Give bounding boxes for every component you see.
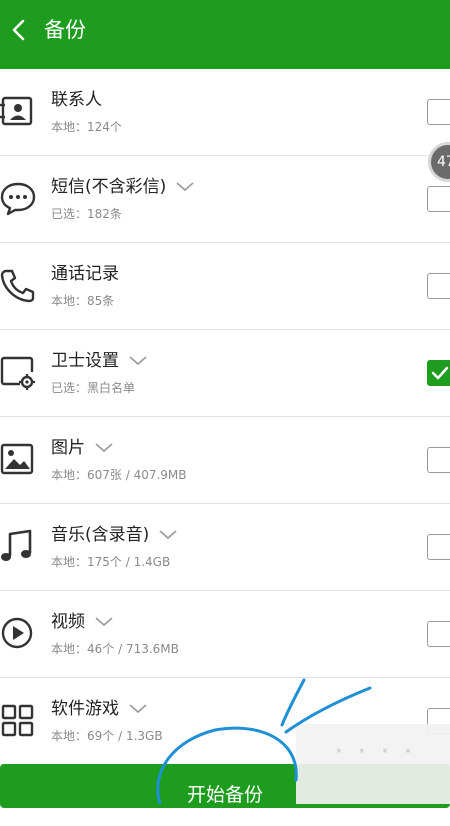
contacts-icon — [0, 96, 33, 126]
watermark-blur: · · · · — [296, 724, 450, 804]
chevron-down-icon[interactable] — [129, 704, 147, 714]
back-arrow-icon[interactable] — [8, 18, 32, 42]
list-item-images[interactable]: 图片 本地：607张 / 407.9MB — [0, 417, 450, 504]
item-subtitle: 已选：182条 — [51, 207, 122, 221]
item-name: 卫士设置 — [51, 350, 147, 372]
checkbox-video[interactable] — [427, 621, 450, 647]
checkbox-music[interactable] — [427, 534, 450, 560]
list-item-guard-settings[interactable]: 卫士设置 已选：黑白名单 — [0, 330, 450, 417]
chevron-down-icon[interactable] — [176, 182, 194, 192]
app-header: 备份 — [0, 0, 450, 69]
phone-icon — [0, 269, 35, 303]
chevron-down-icon[interactable] — [129, 356, 147, 366]
item-name: 软件游戏 — [51, 698, 147, 720]
item-subtitle: 本地：46个 / 713.6MB — [51, 642, 179, 656]
item-name: 联系人 — [51, 90, 102, 110]
item-subtitle: 已选：黑白名单 — [51, 381, 136, 395]
checkmark-icon — [431, 366, 449, 380]
list-item-sms[interactable]: 短信(不含彩信) 已选：182条 — [0, 156, 450, 243]
checkbox-contacts[interactable] — [427, 99, 450, 125]
guard-settings-icon — [0, 356, 35, 390]
item-subtitle: 本地：85条 — [51, 294, 115, 308]
backup-item-list: 联系人 本地：124个 短信(不含彩信) 已选：182条 通话记录 本地：85条… — [0, 69, 450, 765]
item-subtitle: 本地：69个 / 1.3GB — [51, 729, 163, 743]
item-subtitle: 本地：124个 — [51, 120, 122, 134]
item-name: 图片 — [51, 437, 113, 459]
chevron-down-icon[interactable] — [159, 530, 177, 540]
music-icon — [1, 529, 32, 561]
item-name: 通话记录 — [51, 264, 119, 284]
chevron-down-icon[interactable] — [95, 617, 113, 627]
list-item-call-log[interactable]: 通话记录 本地：85条 — [0, 243, 450, 330]
sms-icon — [0, 182, 36, 216]
item-subtitle: 本地：607张 / 407.9MB — [51, 468, 187, 482]
apps-icon — [1, 704, 34, 737]
checkbox-sms[interactable] — [427, 186, 450, 212]
item-subtitle: 本地：175个 / 1.4GB — [51, 555, 171, 569]
item-name: 短信(不含彩信) — [51, 176, 194, 198]
checkbox-call-log[interactable] — [427, 273, 450, 299]
page-title: 备份 — [44, 18, 86, 42]
list-item-music[interactable]: 音乐(含录音) 本地：175个 / 1.4GB — [0, 504, 450, 591]
checkbox-guard-settings[interactable] — [427, 360, 450, 386]
image-icon — [0, 443, 34, 475]
list-item-contacts[interactable]: 联系人 本地：124个 — [0, 69, 450, 156]
list-item-video[interactable]: 视频 本地：46个 / 713.6MB — [0, 591, 450, 678]
item-name: 音乐(含录音) — [51, 524, 177, 546]
checkbox-images[interactable] — [427, 447, 450, 473]
video-icon — [1, 617, 33, 649]
chevron-down-icon[interactable] — [95, 443, 113, 453]
item-name: 视频 — [51, 611, 113, 633]
